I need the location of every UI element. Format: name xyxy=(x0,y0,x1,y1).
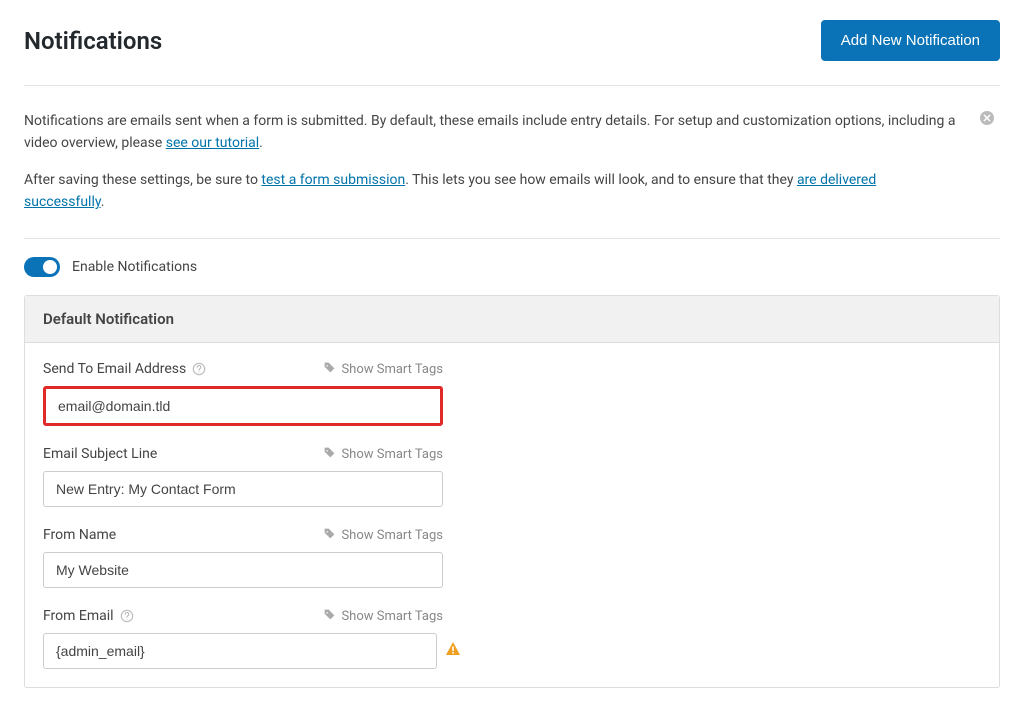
notification-panel: Default Notification Send To Email Addre… xyxy=(24,295,1000,688)
smart-tags-toggle[interactable]: Show Smart Tags xyxy=(323,446,443,463)
tag-icon xyxy=(323,608,336,625)
page-title: Notifications xyxy=(24,27,162,55)
enable-notifications-label: Enable Notifications xyxy=(72,259,197,275)
send-to-field-row: Send To Email Address Show Smart Tags xyxy=(43,361,443,426)
intro-notice: Notifications are emails sent when a for… xyxy=(24,86,1000,239)
from-email-label: From Email xyxy=(43,608,134,624)
from-email-field-row: From Email Show Smart Tags xyxy=(43,608,443,669)
tag-icon xyxy=(323,446,336,463)
panel-title: Default Notification xyxy=(25,296,999,343)
send-to-label: Send To Email Address xyxy=(43,361,206,377)
from-email-input[interactable] xyxy=(43,633,437,669)
add-notification-button[interactable]: Add New Notification xyxy=(821,20,1000,61)
page-header: Notifications Add New Notification xyxy=(24,20,1000,86)
tutorial-link[interactable]: see our tutorial xyxy=(166,135,259,151)
help-icon[interactable] xyxy=(120,609,134,623)
send-to-input[interactable] xyxy=(43,386,443,426)
intro-paragraph-1: Notifications are emails sent when a for… xyxy=(24,110,960,155)
smart-tags-toggle[interactable]: Show Smart Tags xyxy=(323,361,443,378)
from-name-label: From Name xyxy=(43,527,116,543)
warning-icon[interactable] xyxy=(445,641,461,661)
intro-paragraph-2: After saving these settings, be sure to … xyxy=(24,169,960,214)
enable-notifications-row: Enable Notifications xyxy=(24,239,1000,295)
tag-icon xyxy=(323,527,336,544)
test-submission-link[interactable]: test a form submission xyxy=(261,172,405,188)
subject-field-row: Email Subject Line Show Smart Tags xyxy=(43,446,443,507)
from-name-input[interactable] xyxy=(43,552,443,588)
toggle-knob xyxy=(43,260,57,274)
from-name-field-row: From Name Show Smart Tags xyxy=(43,527,443,588)
enable-notifications-toggle[interactable] xyxy=(24,257,60,277)
subject-input[interactable] xyxy=(43,471,443,507)
panel-body: Send To Email Address Show Smart Tags Em… xyxy=(25,343,999,687)
subject-label: Email Subject Line xyxy=(43,446,157,462)
smart-tags-toggle[interactable]: Show Smart Tags xyxy=(323,527,443,544)
tag-icon xyxy=(323,361,336,378)
close-icon[interactable] xyxy=(980,110,994,129)
smart-tags-toggle[interactable]: Show Smart Tags xyxy=(323,608,443,625)
help-icon[interactable] xyxy=(192,362,206,376)
